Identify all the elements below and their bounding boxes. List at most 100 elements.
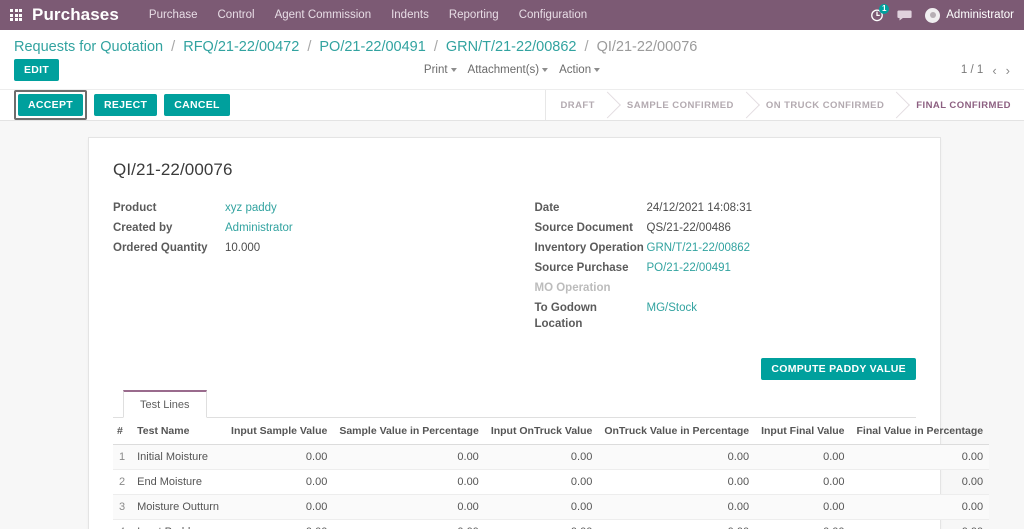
cell-input-sample-value: 0.00 <box>225 444 334 470</box>
messaging-menu-button[interactable] <box>897 9 912 22</box>
field-inventory-operation: Inventory Operation GRN/T/21-22/00862 <box>535 240 917 256</box>
record-pager: 1 / 1 ‹ › <box>961 64 1010 77</box>
control-panel: Requests for Quotation / RFQ/21-22/00472… <box>0 30 1024 121</box>
cancel-button[interactable]: CANCEL <box>164 94 230 116</box>
breadcrumb-separator: / <box>433 39 438 55</box>
field-value-source-document: QS/21-22/00486 <box>646 222 731 234</box>
navbar-right-group: 1 Administrator <box>870 4 1016 23</box>
field-value-to-godown-location[interactable]: MG/Stock <box>647 300 697 316</box>
cell-input-final-value: 0.00 <box>755 494 851 520</box>
cell-sample-value-percentage: 0.00 <box>333 469 485 495</box>
status-stage-on-truck-confirmed[interactable]: ON TRUCK CONFIRMED <box>746 90 898 120</box>
cell-ontruck-value-percentage: 0.00 <box>598 519 756 529</box>
edit-button[interactable]: EDIT <box>14 59 60 81</box>
breadcrumb: Requests for Quotation / RFQ/21-22/00472… <box>0 30 1024 57</box>
breadcrumb-item-rfq[interactable]: RFQ/21-22/00472 <box>183 39 299 55</box>
cell-final-value-percentage: 0.00 <box>850 519 990 529</box>
accept-button-focus-ring: ACCEPT <box>14 90 87 120</box>
cell-index: 4 <box>113 519 132 529</box>
test-lines-table-head: # Test Name Input Sample Value Sample Va… <box>113 418 990 445</box>
test-lines-table-body: 1 Initial Moisture 0.00 0.00 0.00 0.00 0… <box>113 444 990 529</box>
breadcrumb-item-requests-for-quotation[interactable]: Requests for Quotation <box>14 39 163 55</box>
cell-final-value-percentage: 0.00 <box>850 494 990 520</box>
action-dropdown[interactable]: Action <box>559 64 601 76</box>
pager-previous-icon[interactable]: ‹ <box>992 64 996 77</box>
breadcrumb-item-po[interactable]: PO/21-22/00491 <box>319 39 425 55</box>
field-label-created-by: Created by <box>113 222 173 234</box>
pager-next-icon[interactable]: › <box>1006 64 1010 77</box>
attachments-dropdown[interactable]: Attachment(s) <box>468 64 549 76</box>
user-avatar-icon <box>925 7 941 23</box>
print-label: Print <box>423 64 448 76</box>
status-row: ACCEPT REJECT CANCEL DRAFT SAMPLE CONFIR… <box>0 89 1024 120</box>
menu-item-purchase[interactable]: Purchase <box>139 0 208 30</box>
field-value-source-purchase[interactable]: PO/21-22/00491 <box>647 260 731 276</box>
cell-index: 1 <box>113 444 132 470</box>
page-title: QI/21-22/00076 <box>113 160 233 179</box>
tab-test-lines[interactable]: Test Lines <box>123 390 207 418</box>
document-actions-group: Print Attachment(s) Action <box>424 64 601 76</box>
breadcrumb-separator: / <box>307 39 312 55</box>
table-row[interactable]: 1 Initial Moisture 0.00 0.00 0.00 0.00 0… <box>113 444 990 470</box>
user-menu[interactable]: Administrator <box>925 7 1014 23</box>
cell-test-name: Input Paddy <box>131 519 226 529</box>
field-value-date: 24/12/2021 14:08:31 <box>646 202 753 214</box>
content-area: QI/21-22/00076 Product xyz paddy Created… <box>0 121 1024 529</box>
accept-button[interactable]: ACCEPT <box>18 94 83 116</box>
test-lines-table: # Test Name Input Sample Value Sample Va… <box>113 418 990 529</box>
field-label-source-document: Source Document <box>534 222 633 234</box>
cell-input-sample-value: 0.00 <box>225 519 334 529</box>
activity-menu-button[interactable]: 1 <box>870 4 890 22</box>
menu-item-indents[interactable]: Indents <box>381 0 439 30</box>
pager-count-label: 1 / 1 <box>960 64 984 76</box>
compute-button-row: COMPUTE PADDY VALUE <box>113 358 916 380</box>
field-value-product[interactable]: xyz paddy <box>225 200 277 216</box>
menu-item-configuration[interactable]: Configuration <box>509 0 597 30</box>
column-header-ontruck-value-percentage: OnTruck Value in Percentage <box>598 418 756 445</box>
notebook-tabs: Test Lines <box>113 390 916 418</box>
menu-item-reporting[interactable]: Reporting <box>439 0 509 30</box>
status-stage-final-confirmed[interactable]: FINAL CONFIRMED <box>897 90 1024 120</box>
field-label-product: Product <box>113 202 157 214</box>
chevron-down-icon <box>594 67 601 72</box>
table-row[interactable]: 4 Input Paddy 0.00 0.00 0.00 0.00 0.00 0… <box>113 519 990 529</box>
field-value-ordered-quantity: 10.000 <box>225 242 261 254</box>
cell-input-ontruck-value: 0.00 <box>484 444 599 470</box>
cell-input-ontruck-value: 0.00 <box>484 494 599 520</box>
user-name-label: Administrator <box>946 9 1014 21</box>
field-label-ordered-quantity: Ordered Quantity <box>113 242 208 254</box>
control-panel-toolbar: EDIT Print Attachment(s) Action 1 / 1 ‹ … <box>0 57 1024 89</box>
main-menu: Purchase Control Agent Commission Indent… <box>139 0 597 30</box>
table-row[interactable]: 3 Moisture Outturn 0.00 0.00 0.00 0.00 0… <box>113 494 990 520</box>
breadcrumb-item-grn[interactable]: GRN/T/21-22/00862 <box>446 39 577 55</box>
cell-ontruck-value-percentage: 0.00 <box>598 469 756 495</box>
field-value-inventory-operation[interactable]: GRN/T/21-22/00862 <box>647 240 751 256</box>
column-header-input-ontruck-value: Input OnTruck Value <box>484 418 599 445</box>
column-header-input-final-value: Input Final Value <box>755 418 851 445</box>
form-column-right: Date 24/12/2021 14:08:31 Source Document… <box>515 200 917 336</box>
print-dropdown[interactable]: Print <box>424 64 457 76</box>
form-column-left: Product xyz paddy Created by Administrat… <box>113 200 515 336</box>
cell-input-final-value: 0.00 <box>755 444 851 470</box>
cell-input-sample-value: 0.00 <box>225 469 334 495</box>
field-value-created-by[interactable]: Administrator <box>225 220 293 236</box>
chevron-down-icon <box>450 67 457 72</box>
field-label-date: Date <box>534 202 560 214</box>
compute-paddy-value-button[interactable]: COMPUTE PADDY VALUE <box>761 358 916 380</box>
breadcrumb-item-current-qi: QI/21-22/00076 <box>596 39 698 55</box>
field-label-mo-operation: MO Operation <box>534 282 611 294</box>
chat-bubble-icon <box>897 10 912 20</box>
menu-item-agent-commission[interactable]: Agent Commission <box>265 0 382 30</box>
status-stage-sample-confirmed[interactable]: SAMPLE CONFIRMED <box>607 90 747 120</box>
status-stage-draft[interactable]: DRAFT <box>546 90 608 120</box>
app-brand-title[interactable]: Purchases <box>32 5 119 25</box>
cell-input-ontruck-value: 0.00 <box>484 469 599 495</box>
breadcrumb-separator: / <box>584 39 589 55</box>
menu-item-control[interactable]: Control <box>208 0 265 30</box>
table-row[interactable]: 2 End Moisture 0.00 0.00 0.00 0.00 0.00 … <box>113 469 990 495</box>
field-to-godown-location: To Godown Location MG/Stock <box>535 300 917 332</box>
cell-test-name: Initial Moisture <box>131 444 226 470</box>
field-ordered-quantity: Ordered Quantity 10.000 <box>113 240 515 256</box>
apps-menu-toggle[interactable] <box>0 0 32 30</box>
reject-button[interactable]: REJECT <box>93 94 158 116</box>
